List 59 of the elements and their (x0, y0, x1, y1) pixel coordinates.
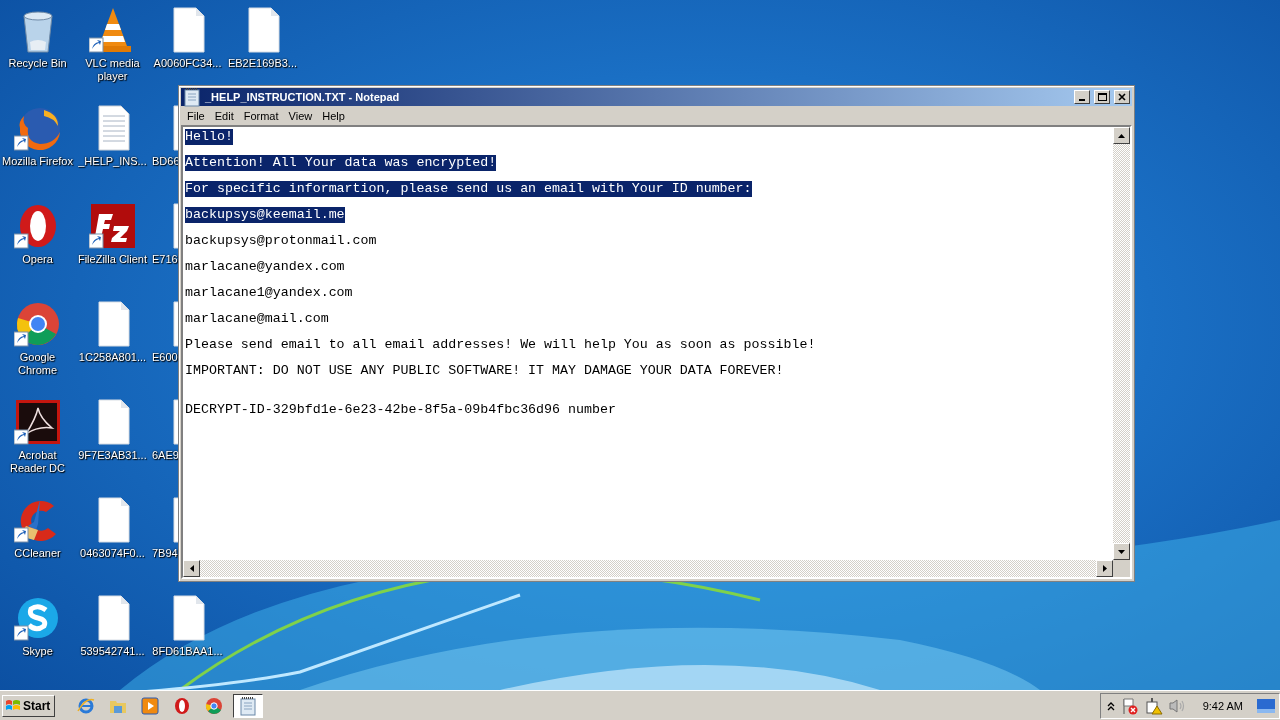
network-warning-icon[interactable] (1144, 696, 1163, 715)
desktop-icon-label[interactable]: 6AE9 (152, 449, 179, 462)
close-icon (1118, 93, 1126, 101)
app-icon[interactable] (13, 300, 62, 348)
desktop-icon-label[interactable]: 8FD61BAA1... (152, 645, 223, 658)
start-button[interactable]: Start (2, 694, 56, 717)
windows-logo-icon (5, 698, 21, 713)
text-line: marlacane@mail.com (185, 311, 329, 327)
minimize-button[interactable] (1074, 90, 1090, 104)
maximize-icon (1097, 93, 1107, 101)
vertical-scrollbar[interactable] (1113, 127, 1130, 560)
horizontal-scrollbar[interactable] (183, 560, 1113, 577)
menu-item[interactable]: View (284, 109, 319, 122)
text-line: marlacane@yandex.com (185, 259, 345, 275)
scroll-down-icon[interactable] (1118, 549, 1125, 554)
text-line: DECRYPT-ID-329bfd1e-6e23-42be-8f5a-09b4fbc36d96 number (185, 401, 616, 418)
desktop-icon-label[interactable]: 9F7E3AB31... (78, 449, 147, 462)
scroll-left-icon[interactable] (189, 565, 194, 572)
taskbar-button[interactable] (233, 693, 264, 718)
desktop-icon-label[interactable]: Acrobat Reader DC (0, 449, 75, 475)
desktop-icon-label[interactable]: Google Chrome (0, 351, 75, 377)
flag-error-icon[interactable] (1120, 696, 1139, 715)
desktop-icon-label[interactable]: VLC media player (75, 57, 150, 83)
desktop-icon-label[interactable]: FileZilla Client (77, 253, 148, 266)
desktop-icon-label[interactable]: Recycle Bin (8, 57, 67, 70)
desktop-icon-label[interactable]: 539542741... (80, 645, 145, 658)
show-desktop-icon[interactable] (1257, 698, 1275, 713)
text-line: Please send email to all email addresses! We will help You as soon as possible! (185, 337, 816, 353)
desktop-icon-label[interactable]: CCleaner (14, 547, 61, 560)
desktop-icon-label[interactable]: E600 (152, 351, 178, 364)
text-line: IMPORTANT: DO NOT USE ANY PUBLIC SOFTWARE! IT MAY DAMAGE YOUR DATA FOREVER! (185, 363, 784, 379)
close-button[interactable] (1114, 90, 1130, 104)
desktop-icon-label[interactable]: _HELP_INS... (78, 155, 147, 168)
desktop-icon-label[interactable]: Skype (22, 645, 53, 658)
app-icon[interactable] (13, 398, 62, 446)
app-icon[interactable] (88, 202, 137, 250)
menu-item[interactable]: Help (318, 109, 351, 122)
desktop-icon-label[interactable]: 1C258A801... (78, 351, 147, 364)
desktop-icon-label[interactable]: Mozilla Firefox (2, 155, 73, 168)
notepad-icon[interactable] (239, 695, 258, 716)
desktop-icon-label[interactable]: Opera (22, 253, 53, 266)
desktop-icon-label[interactable]: EB2E169B3... (227, 57, 298, 70)
size-grip (1113, 560, 1130, 577)
text-line: marlacane1@yandex.com (185, 285, 353, 301)
scroll-up-icon[interactable] (1118, 133, 1125, 138)
window-title: _HELP_INSTRUCTION.TXT - Notepad (205, 91, 400, 103)
text-line: backupsys@protonmail.com (185, 233, 377, 249)
scroll-right-icon[interactable] (1102, 565, 1107, 572)
menu-item[interactable]: Edit (210, 109, 240, 122)
desktop-icon-label[interactable]: 7B94 (152, 547, 178, 560)
desktop-icon-label[interactable]: 0463074F0... (80, 547, 145, 560)
maximize-button[interactable] (1094, 90, 1110, 104)
clock[interactable]: 9:42 AM (1192, 699, 1251, 712)
menu-item[interactable]: File (183, 109, 211, 122)
desktop-icon-label[interactable]: E716 (152, 253, 178, 266)
chevron-up-icon[interactable] (1106, 700, 1115, 711)
menu-item[interactable]: Format (239, 109, 285, 122)
notepad-icon[interactable] (183, 87, 201, 107)
desktop-icon-label[interactable]: A0060FC34... (153, 57, 222, 70)
